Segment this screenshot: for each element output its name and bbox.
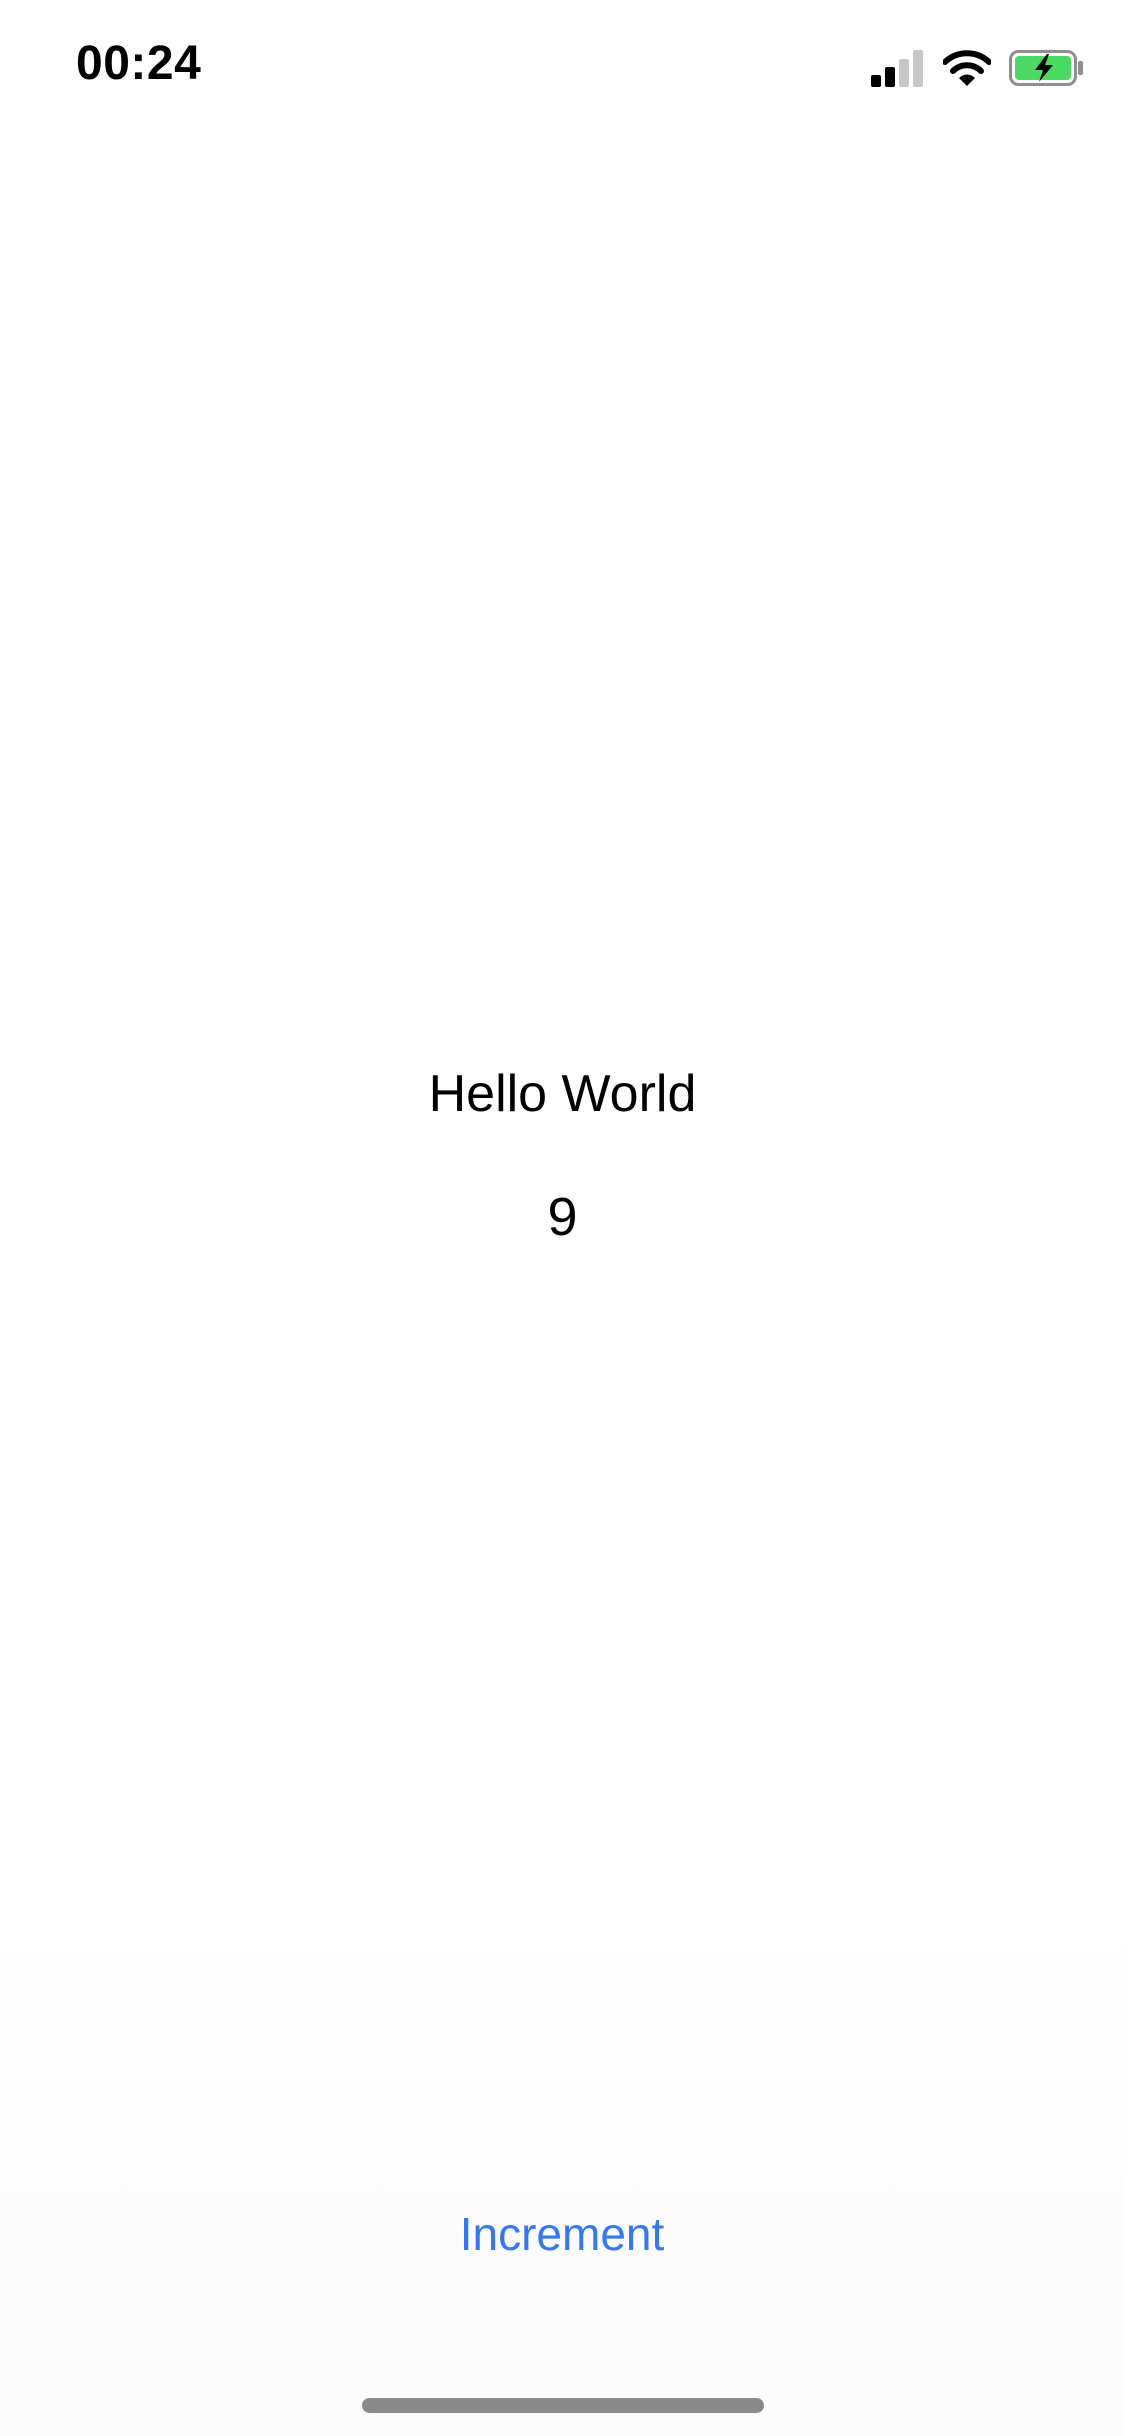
- status-icons: [871, 46, 1085, 90]
- status-bar: 00:24: [0, 0, 1125, 140]
- counter-value: 9: [547, 1187, 578, 1247]
- home-indicator[interactable]: [362, 2398, 764, 2413]
- wifi-icon: [943, 50, 991, 86]
- status-time: 00:24: [76, 37, 202, 90]
- hello-title: Hello World: [428, 1065, 697, 1123]
- increment-button[interactable]: Increment: [412, 2196, 712, 2272]
- cellular-signal-icon: [871, 50, 923, 87]
- battery-charging-icon: [1009, 50, 1083, 86]
